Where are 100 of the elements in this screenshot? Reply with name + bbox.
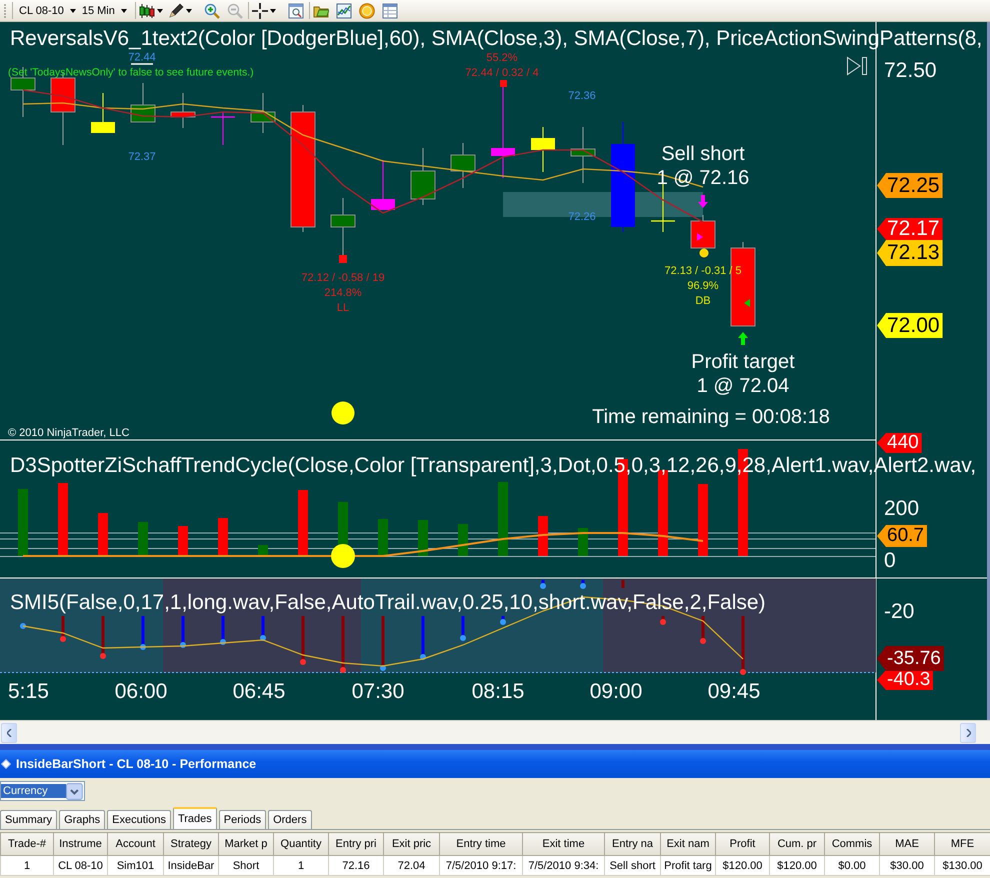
table-cell: 7/5/2010 9:17: [440,856,522,876]
signal-dot [332,402,354,424]
currency-dropdown[interactable]: Currency [0,781,85,801]
table-cell: 72.04 [384,856,440,876]
lollipop-marker [420,616,426,660]
swing-label: DB [695,295,711,307]
time-axis-label: 09:00 [590,680,642,703]
price-level-label: 72.36 [568,90,596,102]
column-header[interactable]: Strategy [164,832,218,856]
axis-label: 0 [884,549,896,572]
lollipop-marker [580,580,586,589]
square-marker [500,80,507,87]
swing-label: 96.9% [687,280,719,292]
candle [570,126,596,184]
window-icon[interactable] [288,2,304,18]
column-header[interactable]: MFE [934,832,990,856]
table-cell: InsideBar [164,856,218,876]
column-header[interactable]: Exit nam [660,832,716,856]
candle [531,126,555,172]
price-tag: 72.25 [877,173,943,198]
grip-icon[interactable] [3,2,7,18]
scroll-left-button[interactable] [1,722,17,742]
candle [410,148,436,206]
candle [371,160,395,210]
candle [450,142,476,188]
caret-icon[interactable] [186,8,192,12]
column-header[interactable]: Instrume [54,832,108,856]
swing-label: 72.44 / 0.32 / 4 [465,67,539,79]
lollipop-marker [700,616,706,644]
line-chart-icon[interactable] [336,2,352,18]
play-icon[interactable] [847,56,867,76]
column-header[interactable]: Account [108,832,164,856]
column-header[interactable]: Commis [824,832,880,856]
table-cell: Sim101 [108,856,164,876]
order-label: Profit target [691,351,795,373]
caret-icon[interactable] [156,8,163,12]
diamond-icon [1,759,11,769]
lollipop-marker [100,616,106,659]
value-tag: -35.76 [877,646,944,671]
table-cell: 7/5/2010 9:34: [522,856,604,876]
dot-marker [700,248,708,258]
square-marker [339,255,347,263]
swing-label: 214.8% [324,287,362,299]
crosshair-icon[interactable] [252,2,268,18]
order-label: Sell short [661,143,745,165]
interval-dropdown[interactable]: 15 Min [78,0,130,20]
signal-dot [331,544,355,568]
price-level-label: 72.37 [128,151,156,163]
column-header[interactable]: Exit pric [384,832,440,856]
column-header[interactable]: Entry pri [328,832,384,856]
column-header[interactable]: Quantity [274,832,328,856]
column-header[interactable]: Exit time [522,832,604,856]
time-axis-label: 5:15 [8,680,49,703]
table-cell: 1 [0,856,54,876]
lollipop-marker [460,616,466,641]
column-header[interactable]: Trade-# [0,832,54,856]
histogram-bar [138,522,148,556]
lollipop-marker [540,580,546,589]
time-axis-label: 08:15 [472,680,524,703]
column-header[interactable]: Market p [218,832,274,856]
tab[interactable]: Orders [268,810,312,829]
lollipop-marker [260,616,266,641]
caret-icon[interactable] [270,8,276,12]
histogram-bar [458,524,468,556]
candle [211,112,235,146]
tab[interactable]: Graphs [59,810,106,829]
level-marker [131,63,153,65]
axis-label: 72.50 [884,59,937,82]
column-header[interactable]: Entry time [440,832,522,856]
timer-label: Time remaining = 00:08:18 [592,406,830,428]
column-header[interactable]: MAE [880,832,934,856]
table-cell: $130.00 [934,856,990,876]
caret-icon [70,8,76,12]
lollipop-marker [220,616,226,645]
zoom-in-icon[interactable] [204,2,220,18]
tab[interactable]: Periods [218,810,266,829]
instrument-dropdown[interactable]: CL 08-10 [16,0,79,20]
histogram-bar [538,516,548,556]
tab[interactable]: Trades [172,807,217,829]
scroll-right-button[interactable] [960,722,976,742]
caret-icon [66,782,83,800]
time-axis-label: 07:30 [352,680,404,703]
price-level-label: 72.44 [128,52,156,64]
coin-icon[interactable] [358,2,375,18]
candle [170,92,196,128]
histogram-bar [378,519,388,556]
column-header[interactable]: Cum. pr [770,832,824,856]
column-header[interactable]: Entry na [604,832,660,856]
pencil-icon[interactable] [168,2,184,18]
column-header[interactable]: Profit [716,832,770,856]
up-arrow-icon [738,332,748,345]
table-icon[interactable] [382,2,398,18]
tab[interactable]: Executions [107,810,171,829]
scrollbar-track[interactable] [0,720,990,744]
histogram-bar [218,518,228,556]
lollipop-marker [60,616,66,642]
window-title: InsideBarShort - CL 08-10 - Performance [16,757,256,771]
axis-label: -20 [884,600,914,623]
candlestick-icon[interactable] [138,2,155,18]
tab[interactable]: Summary [0,810,58,829]
